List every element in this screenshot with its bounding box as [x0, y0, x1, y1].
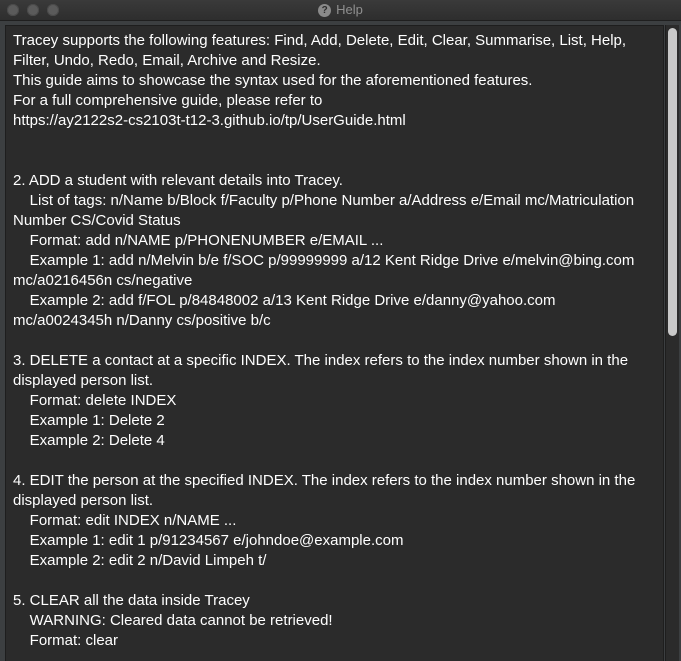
window-title-group: ? Help — [0, 0, 681, 20]
help-icon: ? — [318, 3, 332, 17]
title-bar[interactable]: ? Help — [0, 0, 681, 21]
vertical-scrollbar[interactable] — [665, 25, 679, 661]
help-window: ? Help Tracey supports the following fea… — [0, 0, 681, 661]
help-text: Tracey supports the following features: … — [13, 32, 636, 649]
scrollbar-thumb[interactable] — [668, 28, 677, 336]
window-title: Help — [336, 2, 363, 17]
help-text-area[interactable]: Tracey supports the following features: … — [5, 25, 664, 661]
